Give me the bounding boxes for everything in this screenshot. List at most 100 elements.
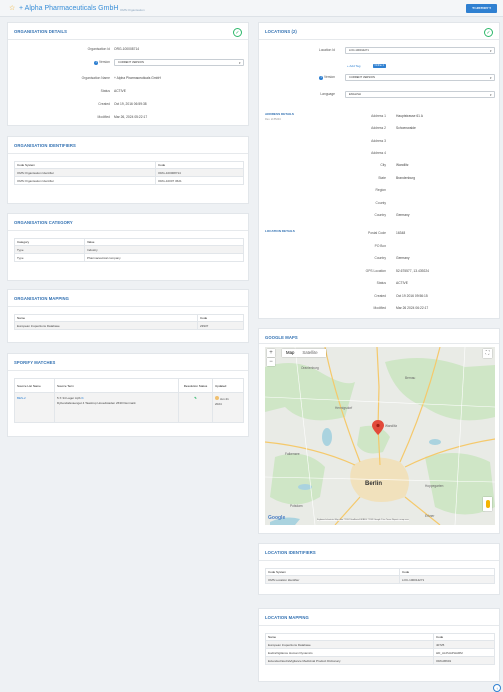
table-cell: Extended EudraVigilance Medicinal Produc…: [265, 656, 434, 665]
history-button[interactable]: ⟲ HISTORY ▾: [466, 4, 497, 13]
fullscreen-button[interactable]: ⛶: [483, 349, 492, 358]
table-cell: European Inspections Database: [265, 640, 434, 649]
org-name-value: + Alpha Pharmaceuticals GmbH: [114, 76, 161, 80]
updated-date: Jun 21: [219, 397, 229, 401]
info-icon[interactable]: i: [94, 61, 98, 65]
gps-value: 52.675577, 13.439224: [396, 269, 430, 273]
status-value: ACTIVE: [114, 89, 126, 93]
language-select[interactable]: ENGLISH ▾: [345, 91, 495, 98]
page-subtitle: OMS Organisation: [120, 7, 145, 12]
pegman-icon[interactable]: [483, 497, 492, 511]
version-label: i Version: [94, 60, 110, 65]
chevron-down-icon: ▾: [489, 93, 492, 97]
google-maps-card: GOOGLE MAPS Oranienburg Bernau Hennigsdo…: [258, 328, 500, 534]
matches-table: Source List Name Source Term Resolution …: [14, 378, 244, 423]
location-version-label: i Version: [319, 75, 335, 80]
table-cell: OMS Location Identifier: [265, 575, 400, 584]
location-mapping-table: Name Code European Inspections Database 40…: [265, 633, 495, 665]
location-identifiers-table: Code System Code OMS Location Identifier L…: [265, 568, 495, 584]
version-select[interactable]: CURRENT VERSION ▾: [114, 59, 244, 66]
svg-text:Hennigsdorf: Hennigsdorf: [335, 406, 352, 410]
created-value: Oct 19, 2016 06:59:38: [114, 102, 147, 106]
card-title: GOOGLE MAPS: [265, 335, 298, 340]
source-term-name: 5 X 34 Lager ApS: [57, 396, 81, 400]
zoom-out-button[interactable]: −: [267, 358, 275, 366]
verified-check-icon: ✓: [484, 28, 493, 37]
location-details-heading: LOCATION DETAILS: [265, 229, 295, 233]
table-cell: 23937: [197, 321, 244, 330]
table-cell: HD_ALPHAPHARM: [433, 648, 495, 657]
map-canvas[interactable]: Oranienburg Bernau Hennigsdorf Falkensee…: [265, 347, 495, 525]
map-city-label: Berlin: [365, 481, 383, 487]
location-modified-label: Modified: [373, 306, 386, 310]
city-value: Wandlitz: [396, 163, 409, 167]
map-attribution[interactable]: Keyboard shortcuts Map data ©2024 GeoBas…: [317, 519, 409, 521]
location-modified-value: Mar 26 2024 06:22:17: [396, 306, 429, 310]
page-title: + Alpha Pharmaceuticals GmbH: [19, 4, 119, 12]
table-row: Type Industry: [14, 245, 244, 254]
table-row: Type Pharmaceutical company: [14, 253, 244, 262]
source-list-link[interactable]: BES-2: [17, 396, 26, 400]
country-label: Country: [374, 213, 386, 217]
scroll-top-button[interactable]: ↑: [493, 684, 501, 692]
organisation-category-card: ORGANISATION CATEGORY Category Value Type…: [7, 213, 249, 281]
column-header: Value: [84, 238, 244, 246]
favorite-star-icon[interactable]: ☆: [9, 5, 15, 12]
identifiers-table: Code System Code OMS Organisation Identif…: [14, 161, 244, 185]
table-cell: OMS Organisation Identifier: [14, 168, 156, 177]
column-header: Code System: [265, 568, 400, 576]
table-cell: Pharmaceutical company: [84, 253, 244, 262]
org-id-label: Organisation Id: [87, 47, 110, 51]
location-id-select[interactable]: LOC-100014271 ▾: [345, 47, 495, 54]
map-graphic: Oranienburg Bernau Hennigsdorf Falkensee…: [265, 347, 495, 525]
page-header: ☆ + Alpha Pharmaceuticals GmbH OMS Organ…: [0, 0, 503, 17]
svg-text:Wandlitz: Wandlitz: [385, 424, 398, 428]
table-cell: Industry: [84, 245, 244, 254]
locations-card: LOCATIONS (2) ✓ Location Id LOC-10001427…: [258, 22, 500, 319]
table-cell: ORG36601: [433, 656, 495, 665]
org-name-label: Organisation Name: [81, 76, 110, 80]
column-header: Source List Name: [14, 378, 55, 393]
language-label: Language: [320, 92, 335, 96]
svg-text:Potsdam: Potsdam: [290, 504, 303, 508]
table-cell: OMS Organisation Identifier: [14, 176, 156, 185]
card-title: ORGANISATION MAPPING: [14, 296, 69, 301]
chevron-down-icon: ▾: [489, 49, 492, 53]
updated-year: 2024: [215, 401, 222, 406]
satellite-tab[interactable]: Satellite: [298, 349, 321, 357]
table-row: Extended EudraVigilance Medicinal Produc…: [265, 656, 495, 665]
zoom-in-button[interactable]: +: [267, 349, 275, 357]
address-revision: Rev. id 85294: [265, 118, 281, 121]
created-label: Created: [98, 102, 110, 106]
chevron-down-icon: ▾: [238, 61, 241, 65]
column-header: Resolution Status: [178, 378, 213, 393]
svg-text:Oranienburg: Oranienburg: [301, 366, 319, 370]
card-title: ORGANISATION CATEGORY: [14, 220, 73, 225]
address4-label: Address 4: [371, 151, 386, 155]
table-cell: Type: [14, 253, 85, 262]
svg-text:Erkner: Erkner: [425, 514, 435, 518]
table-cell: EudraVigilance Human Dynamics: [265, 648, 434, 657]
table-row: OMS Organisation Identifier ORG-100008714: [14, 168, 244, 177]
table-row: European Inspections Database 23937: [14, 321, 244, 330]
county-label: County: [375, 201, 386, 205]
map-tab[interactable]: Map: [282, 349, 298, 357]
mapping-table: Name Code European Inspections Database 23…: [14, 314, 244, 330]
location-mapping-card: LOCATION MAPPING Name Code European Inspe…: [258, 608, 500, 682]
add-tag-link[interactable]: + Add Tag: [347, 64, 360, 68]
info-icon[interactable]: i: [319, 76, 323, 80]
tag-chip[interactable]: Online ✕: [373, 63, 387, 68]
organisation-mapping-card: ORGANISATION MAPPING Name Code European I…: [7, 289, 249, 343]
column-header: Source Term: [54, 378, 179, 393]
svg-text:Falkensee: Falkensee: [285, 452, 300, 456]
category-table: Category Value Type Industry Type Pharmaceu…: [14, 238, 244, 262]
location-status-value: ACTIVE: [396, 281, 408, 285]
location-version-select[interactable]: CURRENT VERSION ▾: [345, 74, 495, 81]
external-link-icon[interactable]: ⧉: [81, 396, 83, 400]
modified-label: Modified: [97, 115, 110, 119]
address1-value: Hauptstrasse 61 A: [396, 114, 423, 118]
table-row: OMS Location Identifier LOC-100014271: [265, 575, 495, 584]
map-type-toggle: Map Satellite: [282, 349, 326, 357]
card-title: LOCATIONS (2): [265, 29, 297, 34]
resolution-status-icon[interactable]: ✎: [194, 396, 197, 400]
